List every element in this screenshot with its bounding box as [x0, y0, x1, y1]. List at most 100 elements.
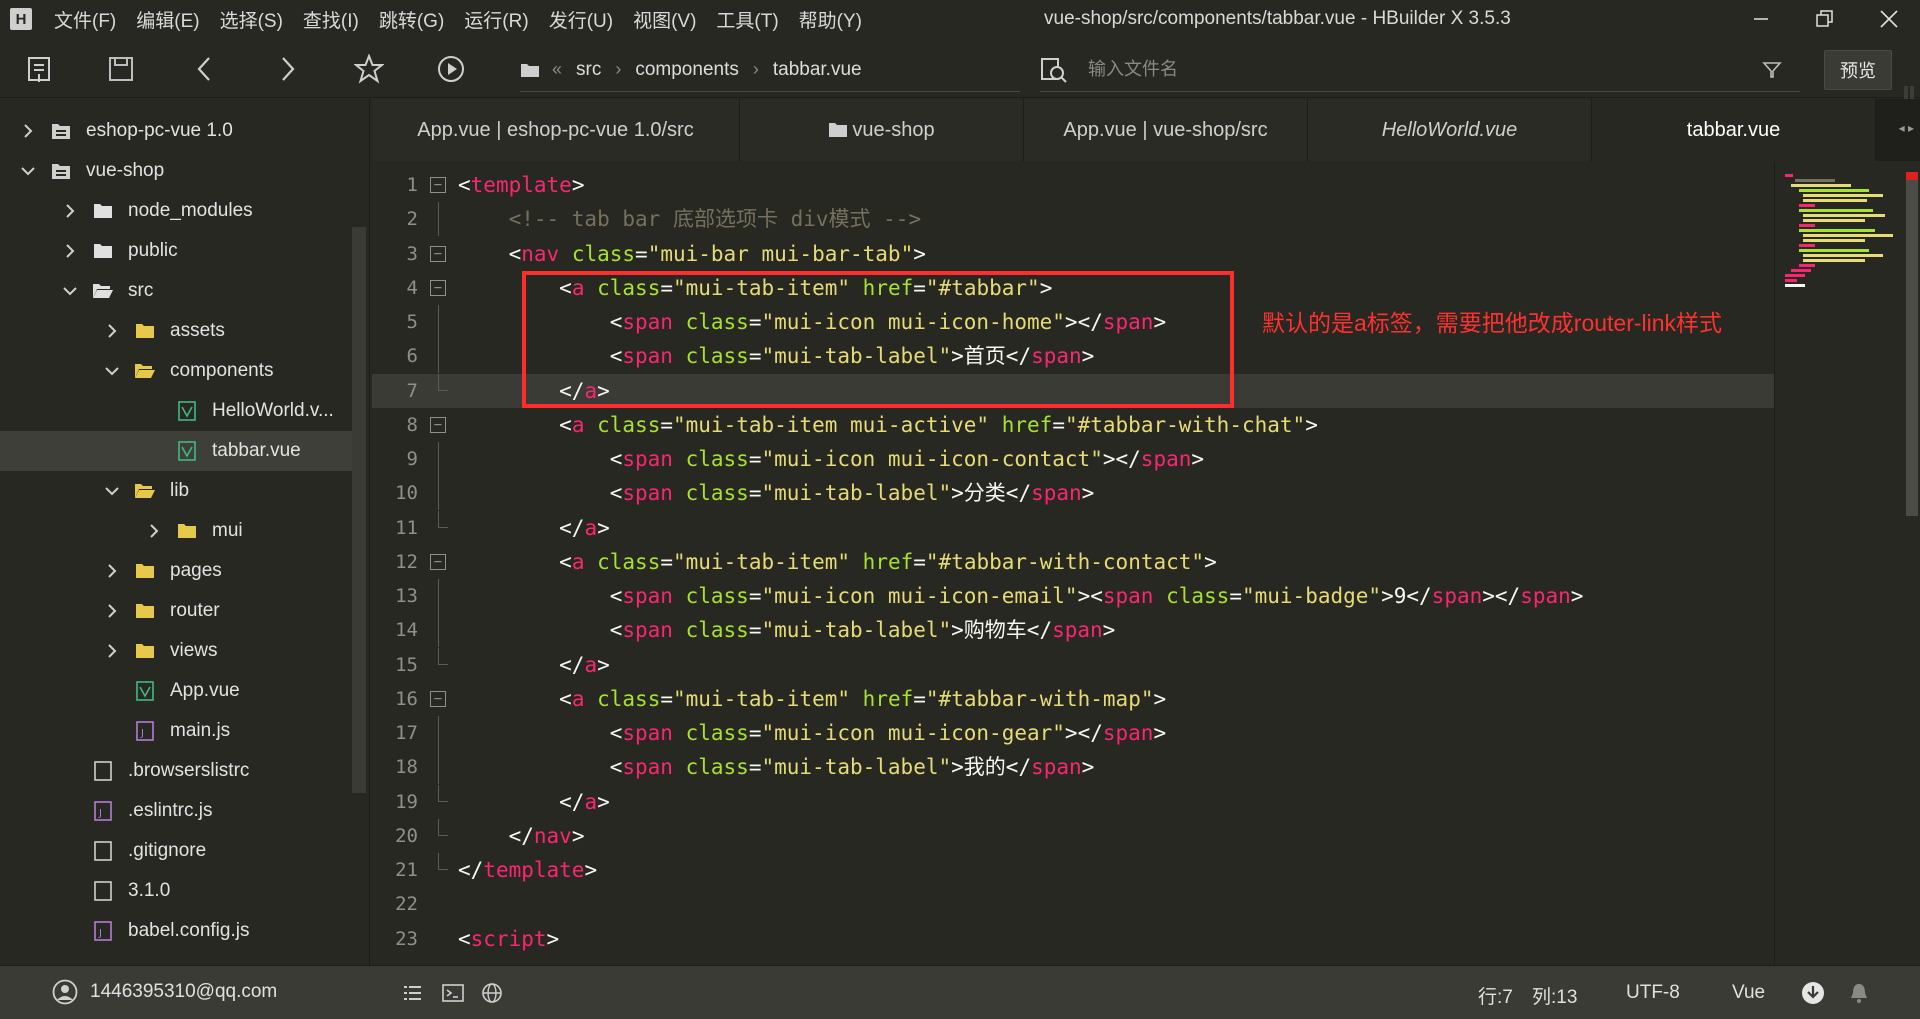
- file-search-input[interactable]: [1088, 59, 1688, 80]
- editor-scrollbar-thumb[interactable]: [1906, 172, 1918, 516]
- filter-icon[interactable]: [1762, 60, 1782, 80]
- fold-toggle-icon[interactable]: −: [430, 245, 446, 262]
- tree-item-folder[interactable]: public: [0, 231, 354, 271]
- star-icon[interactable]: [352, 52, 386, 86]
- code-line[interactable]: 16− <a class="mui-tab-item" href="#tabba…: [372, 682, 1774, 716]
- chevron-down-icon[interactable]: [62, 283, 78, 299]
- code-line[interactable]: 9 <span class="mui-icon mui-icon-contact…: [372, 442, 1774, 476]
- tree-item-folder[interactable]: node_modules: [0, 191, 354, 231]
- tree-item-folder[interactable]: mui: [0, 511, 354, 551]
- fold-toggle-icon[interactable]: −: [430, 416, 446, 433]
- tree-item-file[interactable]: .gitignore: [0, 831, 354, 871]
- minimize-icon[interactable]: [1746, 4, 1776, 34]
- encoding[interactable]: UTF-8: [1626, 982, 1680, 1004]
- tree-item-file-selected[interactable]: tabbar.vue: [0, 431, 354, 471]
- chevron-right-icon[interactable]: [62, 203, 78, 219]
- chevron-right-icon[interactable]: [146, 523, 162, 539]
- menu-tools[interactable]: 工具(T): [716, 6, 778, 33]
- menu-edit[interactable]: 编辑(E): [136, 6, 199, 33]
- code-line[interactable]: 22: [372, 887, 1774, 921]
- tree-item-folder[interactable]: router: [0, 591, 354, 631]
- tree-item-file[interactable]: J main.js: [0, 711, 354, 751]
- chevron-down-icon[interactable]: [104, 363, 120, 379]
- terminal-icon[interactable]: [440, 980, 466, 1006]
- menu-publish[interactable]: 发行(U): [549, 6, 613, 33]
- code-line[interactable]: 8− <a class="mui-tab-item mui-active" hr…: [372, 408, 1774, 442]
- sidebar-scrollbar[interactable]: [352, 227, 366, 793]
- tree-item-file[interactable]: 3.1.0: [0, 871, 354, 911]
- chevron-right-icon[interactable]: [104, 643, 120, 659]
- tree-item-file[interactable]: J babel.config.js: [0, 911, 354, 951]
- tree-item-project[interactable]: eshop-pc-vue 1.0: [0, 111, 354, 151]
- code-line[interactable]: 23 <script>: [372, 922, 1774, 956]
- chevron-down-icon[interactable]: [104, 483, 120, 499]
- tree-item-file[interactable]: App.vue: [0, 671, 354, 711]
- menu-help[interactable]: 帮助(Y): [799, 6, 862, 33]
- restore-icon[interactable]: [1810, 4, 1840, 34]
- menu-find[interactable]: 查找(I): [303, 6, 359, 33]
- tab-vue-shop[interactable]: vue-shop: [740, 99, 1024, 161]
- tree-item-folder[interactable]: assets: [0, 311, 354, 351]
- fold-toggle-icon[interactable]: −: [430, 177, 446, 193]
- code-line[interactable]: 2 <!-- tab bar 底部选项卡 div模式 -->: [372, 202, 1774, 237]
- tab-helloworld[interactable]: HelloWorld.vue: [1308, 99, 1592, 161]
- breadcrumb-src[interactable]: src: [576, 59, 601, 81]
- bell-icon[interactable]: [1846, 980, 1872, 1006]
- fold-toggle-icon[interactable]: −: [430, 690, 446, 707]
- chevron-right-icon[interactable]: [104, 323, 120, 339]
- minimap[interactable]: [1774, 162, 1900, 965]
- fold-toggle-icon[interactable]: −: [430, 553, 446, 570]
- code-line[interactable]: 12− <a class="mui-tab-item" href="#tabba…: [372, 545, 1774, 579]
- tab-tabbar-active[interactable]: tabbar.vue: [1592, 99, 1876, 161]
- menu-select[interactable]: 选择(S): [220, 6, 283, 33]
- tree-item-file[interactable]: HelloWorld.v...: [0, 391, 354, 431]
- code-line[interactable]: 3− <nav class="mui-bar mui-bar-tab">: [372, 237, 1774, 271]
- back-icon[interactable]: [188, 52, 222, 86]
- code-line[interactable]: 13 <span class="mui-icon mui-icon-email"…: [372, 579, 1774, 613]
- cursor-column[interactable]: 列:13: [1532, 982, 1577, 1009]
- chevron-right-icon[interactable]: [104, 603, 120, 619]
- breadcrumb-file[interactable]: tabbar.vue: [773, 59, 862, 81]
- forward-icon[interactable]: [270, 52, 304, 86]
- tree-item-folder[interactable]: src: [0, 271, 354, 311]
- tree-item-folder[interactable]: components: [0, 351, 354, 391]
- preview-button[interactable]: 预览: [1824, 50, 1892, 90]
- chevron-right-icon[interactable]: [20, 123, 36, 139]
- menu-view[interactable]: 视图(V): [633, 6, 696, 33]
- code-line[interactable]: 1− <template>: [372, 168, 1774, 202]
- chevron-right-icon[interactable]: [104, 563, 120, 579]
- fold-toggle-icon[interactable]: −: [430, 279, 446, 296]
- outline-icon[interactable]: [400, 980, 426, 1006]
- tree-item-file[interactable]: J .eslintrc.js: [0, 791, 354, 831]
- chevron-right-icon[interactable]: [62, 243, 78, 259]
- menu-file[interactable]: 文件(F): [54, 6, 116, 33]
- new-file-icon[interactable]: [22, 52, 56, 86]
- menu-run[interactable]: 运行(R): [464, 6, 528, 33]
- run-icon[interactable]: [434, 52, 468, 86]
- search-file-icon[interactable]: [1040, 56, 1068, 84]
- account-info[interactable]: 1446395310@qq.com: [52, 979, 277, 1005]
- breadcrumb-back-icon[interactable]: «: [552, 59, 562, 80]
- download-icon[interactable]: [1800, 980, 1826, 1006]
- code-line[interactable]: 21 </template>: [372, 853, 1774, 887]
- browser-icon[interactable]: [480, 980, 506, 1006]
- code-line[interactable]: 15 </a>: [372, 647, 1774, 682]
- tree-item-project[interactable]: vue-shop: [0, 151, 354, 191]
- code-line[interactable]: 20 </nav>: [372, 818, 1774, 853]
- tree-item-folder[interactable]: pages: [0, 551, 354, 591]
- code-line[interactable]: 17 <span class="mui-icon mui-icon-gear">…: [372, 716, 1774, 750]
- code-line[interactable]: 11 </a>: [372, 510, 1774, 545]
- breadcrumb-components[interactable]: components: [635, 59, 739, 81]
- code-line[interactable]: 10 <span class="mui-tab-label">分类</span>: [372, 476, 1774, 511]
- tree-item-folder[interactable]: views: [0, 631, 354, 671]
- cursor-line[interactable]: 行:7: [1478, 982, 1513, 1009]
- tree-item-folder[interactable]: lib: [0, 471, 354, 511]
- tab-app-vue-shop[interactable]: App.vue | vue-shop/src: [1024, 99, 1308, 161]
- tree-item-file[interactable]: .browserslistrc: [0, 751, 354, 791]
- chevron-down-icon[interactable]: [20, 163, 36, 179]
- code-line[interactable]: 14 <span class="mui-tab-label">购物车</span…: [372, 613, 1774, 648]
- tab-app-vue-eshop[interactable]: App.vue | eshop-pc-vue 1.0/src: [372, 99, 740, 161]
- tab-scroll-icon[interactable]: ◂ ▸: [1899, 121, 1914, 135]
- save-icon[interactable]: [104, 52, 138, 86]
- menu-goto[interactable]: 跳转(G): [379, 6, 444, 33]
